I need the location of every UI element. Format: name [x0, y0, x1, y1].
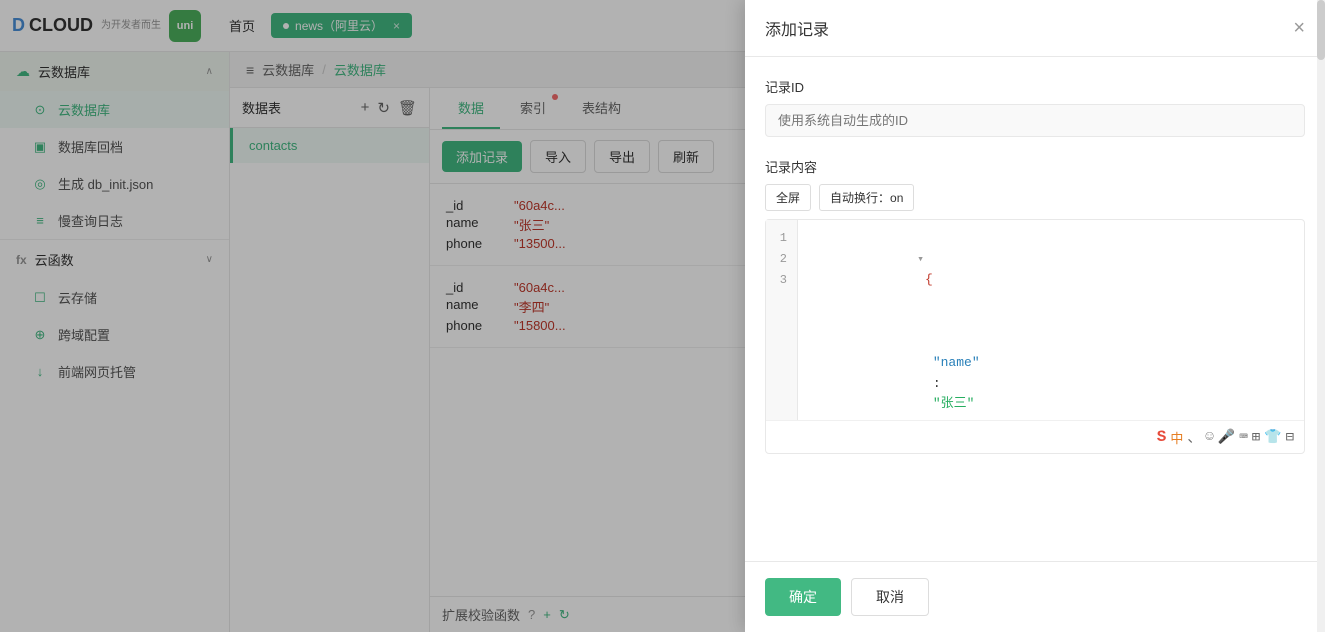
ime-s-icon: S [1157, 428, 1167, 446]
editor-toolbar: 全屏 自动换行：on [765, 184, 1305, 211]
line-num-2: 2 [772, 249, 791, 270]
auto-wrap-button[interactable]: 自动换行：on [819, 184, 914, 211]
ime-smile-icon: ☺ [1205, 429, 1213, 445]
modal-scrollbar-track[interactable] [1317, 0, 1325, 632]
line-num-1: 1 [772, 228, 791, 249]
ime-keyboard-icon: ⌨ [1239, 429, 1247, 446]
modal-close-button[interactable]: × [1293, 17, 1305, 40]
code-val-name: "张三" [933, 396, 975, 411]
record-content-section: 记录内容 全屏 自动换行：on 1 2 3 ▾ { [765, 157, 1305, 454]
record-id-input[interactable] [765, 104, 1305, 137]
ime-mic-icon: 🎤 [1218, 429, 1235, 446]
ime-grid-icon: ⊞ [1252, 429, 1260, 446]
ime-split-icon: ⊟ [1286, 429, 1294, 446]
editor-bottom-bar: S 中 、 ☺ 🎤 ⌨ ⊞ 👕 ⊟ [766, 420, 1304, 453]
add-record-modal: 添加记录 × 记录ID 记录内容 全屏 自动换行：on 1 2 3 [745, 0, 1325, 632]
record-id-label: 记录ID [765, 77, 1305, 96]
modal-scrollbar-thumb[interactable] [1317, 0, 1325, 60]
modal-header: 添加记录 × [745, 0, 1325, 57]
cancel-button[interactable]: 取消 [851, 578, 929, 616]
ime-comma-icon: 、 [1187, 427, 1201, 447]
modal-title: 添加记录 [765, 16, 829, 40]
confirm-button[interactable]: 确定 [765, 578, 841, 616]
code-editor[interactable]: 1 2 3 ▾ { "name" : "张三 [765, 219, 1305, 454]
code-indent: "name" : "张三" [808, 355, 980, 420]
record-content-label: 记录内容 [765, 157, 1305, 176]
ime-icons: S 中 、 ☺ 🎤 ⌨ ⊞ 👕 ⊟ [1157, 427, 1294, 447]
record-id-section: 记录ID [765, 77, 1305, 137]
code-key-name: "name" [933, 355, 980, 370]
code-colon: : [933, 376, 949, 391]
open-brace: { [917, 272, 933, 287]
code-line-2: "name" : "张三" [808, 311, 1294, 420]
code-content[interactable]: ▾ { "name" : "张三" } [798, 220, 1304, 420]
line-num-3: 3 [772, 270, 791, 291]
modal-footer: 确定 取消 [745, 561, 1325, 632]
modal-body: 记录ID 记录内容 全屏 自动换行：on 1 2 3 ▾ [745, 57, 1325, 561]
code-lines: 1 2 3 ▾ { "name" : "张三 [766, 220, 1304, 420]
code-line-1: ▾ { [808, 228, 1294, 311]
line-numbers: 1 2 3 [766, 220, 798, 420]
ime-zh-icon: 中 [1170, 428, 1183, 447]
ime-shirt-icon: 👕 [1264, 429, 1281, 446]
collapse-arrow[interactable]: ▾ [917, 254, 924, 266]
fullscreen-button[interactable]: 全屏 [765, 184, 811, 211]
